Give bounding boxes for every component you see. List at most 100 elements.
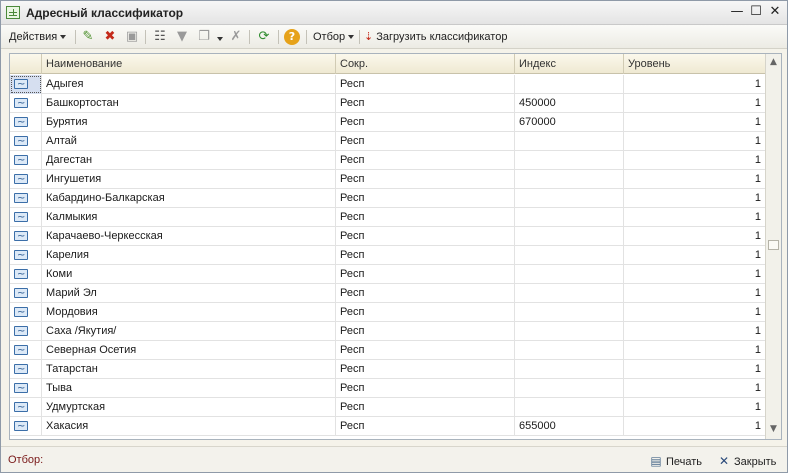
print-button[interactable]: ▤ Печать (649, 453, 702, 469)
cell-row-icon[interactable] (10, 227, 42, 246)
cell-abbr[interactable]: Респ (336, 341, 515, 360)
cell-abbr[interactable]: Респ (336, 208, 515, 227)
cell-level[interactable]: 1 (624, 208, 766, 227)
cell-row-icon[interactable] (10, 170, 42, 189)
header-index[interactable]: Индекс (515, 54, 624, 74)
cell-level[interactable]: 1 (624, 170, 766, 189)
help-icon[interactable]: ? (284, 29, 300, 45)
table-row[interactable]: БашкортостанРесп4500001 (10, 94, 766, 113)
cell-row-icon[interactable] (10, 75, 42, 94)
cell-index[interactable] (515, 75, 624, 94)
cell-name[interactable]: Коми (42, 265, 336, 284)
cell-index[interactable]: 450000 (515, 94, 624, 113)
cell-index[interactable] (515, 265, 624, 284)
cell-abbr[interactable]: Респ (336, 322, 515, 341)
cell-abbr[interactable]: Респ (336, 360, 515, 379)
table-row[interactable]: Марий ЭлРесп 1 (10, 284, 766, 303)
table-row[interactable]: Северная ОсетияРесп 1 (10, 341, 766, 360)
cell-name[interactable]: Марий Эл (42, 284, 336, 303)
cell-level[interactable]: 1 (624, 227, 766, 246)
cell-index[interactable] (515, 360, 624, 379)
table-row[interactable]: Кабардино-БалкарскаяРесп 1 (10, 189, 766, 208)
table-row[interactable]: АлтайРесп 1 (10, 132, 766, 151)
cell-row-icon[interactable] (10, 379, 42, 398)
table-row[interactable]: ИнгушетияРесп 1 (10, 170, 766, 189)
table-row[interactable]: БурятияРесп6700001 (10, 113, 766, 132)
cell-abbr[interactable]: Респ (336, 284, 515, 303)
cell-index[interactable] (515, 170, 624, 189)
cell-level[interactable]: 1 (624, 360, 766, 379)
cell-abbr[interactable]: Респ (336, 227, 515, 246)
cell-abbr[interactable]: Респ (336, 113, 515, 132)
close-button[interactable]: ✕ Закрыть (717, 453, 776, 469)
classifier-table[interactable]: Наименование Сокр. Индекс Уровень Адыгея… (9, 53, 782, 440)
cell-index[interactable] (515, 151, 624, 170)
filter-menu[interactable]: Отбор (313, 28, 355, 46)
cell-level[interactable]: 1 (624, 284, 766, 303)
cell-row-icon[interactable] (10, 132, 42, 151)
cell-level[interactable]: 1 (624, 189, 766, 208)
table-row[interactable]: Карачаево-ЧеркесскаяРесп 1 (10, 227, 766, 246)
table-row[interactable]: УдмуртскаяРесп 1 (10, 398, 766, 417)
table-row[interactable]: ТатарстанРесп 1 (10, 360, 766, 379)
cell-level[interactable]: 1 (624, 303, 766, 322)
cell-level[interactable]: 1 (624, 94, 766, 113)
cell-level[interactable]: 1 (624, 75, 766, 94)
cell-row-icon[interactable] (10, 246, 42, 265)
cell-name[interactable]: Дагестан (42, 151, 336, 170)
cell-index[interactable]: 670000 (515, 113, 624, 132)
cell-level[interactable]: 1 (624, 151, 766, 170)
cell-level[interactable]: 1 (624, 398, 766, 417)
header-level[interactable]: Уровень (624, 54, 766, 74)
header-abbr[interactable]: Сокр. (336, 54, 515, 74)
cell-abbr[interactable]: Респ (336, 132, 515, 151)
cell-row-icon[interactable] (10, 208, 42, 227)
chevron-down-icon[interactable] (217, 37, 223, 41)
cell-name[interactable]: Бурятия (42, 113, 336, 132)
copy-dropdown-icon[interactable]: ❐ (195, 28, 213, 46)
cell-abbr[interactable]: Респ (336, 417, 515, 436)
cell-index[interactable] (515, 189, 624, 208)
table-row[interactable]: МордовияРесп 1 (10, 303, 766, 322)
cell-row-icon[interactable] (10, 360, 42, 379)
cell-name[interactable]: Карачаево-Черкесская (42, 227, 336, 246)
cell-name[interactable]: Карелия (42, 246, 336, 265)
cell-name[interactable]: Саха /Якутия/ (42, 322, 336, 341)
cell-index[interactable] (515, 379, 624, 398)
cell-index[interactable] (515, 208, 624, 227)
delete-icon[interactable]: ✖ (101, 28, 119, 46)
cell-level[interactable]: 1 (624, 322, 766, 341)
table-row[interactable]: ХакасияРесп6550001 (10, 417, 766, 436)
cell-index[interactable] (515, 284, 624, 303)
scroll-down-icon[interactable]: ▼ (766, 421, 781, 438)
cell-name[interactable]: Мордовия (42, 303, 336, 322)
cell-abbr[interactable]: Респ (336, 151, 515, 170)
table-row[interactable]: Саха /Якутия/Респ 1 (10, 322, 766, 341)
cell-name[interactable]: Кабардино-Балкарская (42, 189, 336, 208)
cell-index[interactable] (515, 303, 624, 322)
clear-filter-icon[interactable]: ✗ (227, 28, 245, 46)
cell-level[interactable]: 1 (624, 341, 766, 360)
cell-index[interactable] (515, 246, 624, 265)
cell-row-icon[interactable] (10, 151, 42, 170)
cell-level[interactable]: 1 (624, 379, 766, 398)
cell-index[interactable] (515, 227, 624, 246)
cell-name[interactable]: Адыгея (42, 75, 336, 94)
edit-pencil-icon[interactable]: ✎ (79, 28, 97, 46)
actions-menu[interactable]: Действия (9, 28, 67, 46)
cell-abbr[interactable]: Респ (336, 246, 515, 265)
cell-level[interactable]: 1 (624, 246, 766, 265)
cell-row-icon[interactable] (10, 265, 42, 284)
close-icon[interactable]: ✕ (767, 4, 783, 20)
table-row[interactable]: ТываРесп 1 (10, 379, 766, 398)
cell-name[interactable]: Башкортостан (42, 94, 336, 113)
cell-abbr[interactable]: Респ (336, 75, 515, 94)
cell-abbr[interactable]: Респ (336, 170, 515, 189)
filter-list-icon[interactable]: ☷ (151, 28, 169, 46)
cell-abbr[interactable]: Респ (336, 189, 515, 208)
cell-name[interactable]: Алтай (42, 132, 336, 151)
cell-name[interactable]: Ингушетия (42, 170, 336, 189)
cell-level[interactable]: 1 (624, 113, 766, 132)
cell-name[interactable]: Калмыкия (42, 208, 336, 227)
cell-row-icon[interactable] (10, 284, 42, 303)
